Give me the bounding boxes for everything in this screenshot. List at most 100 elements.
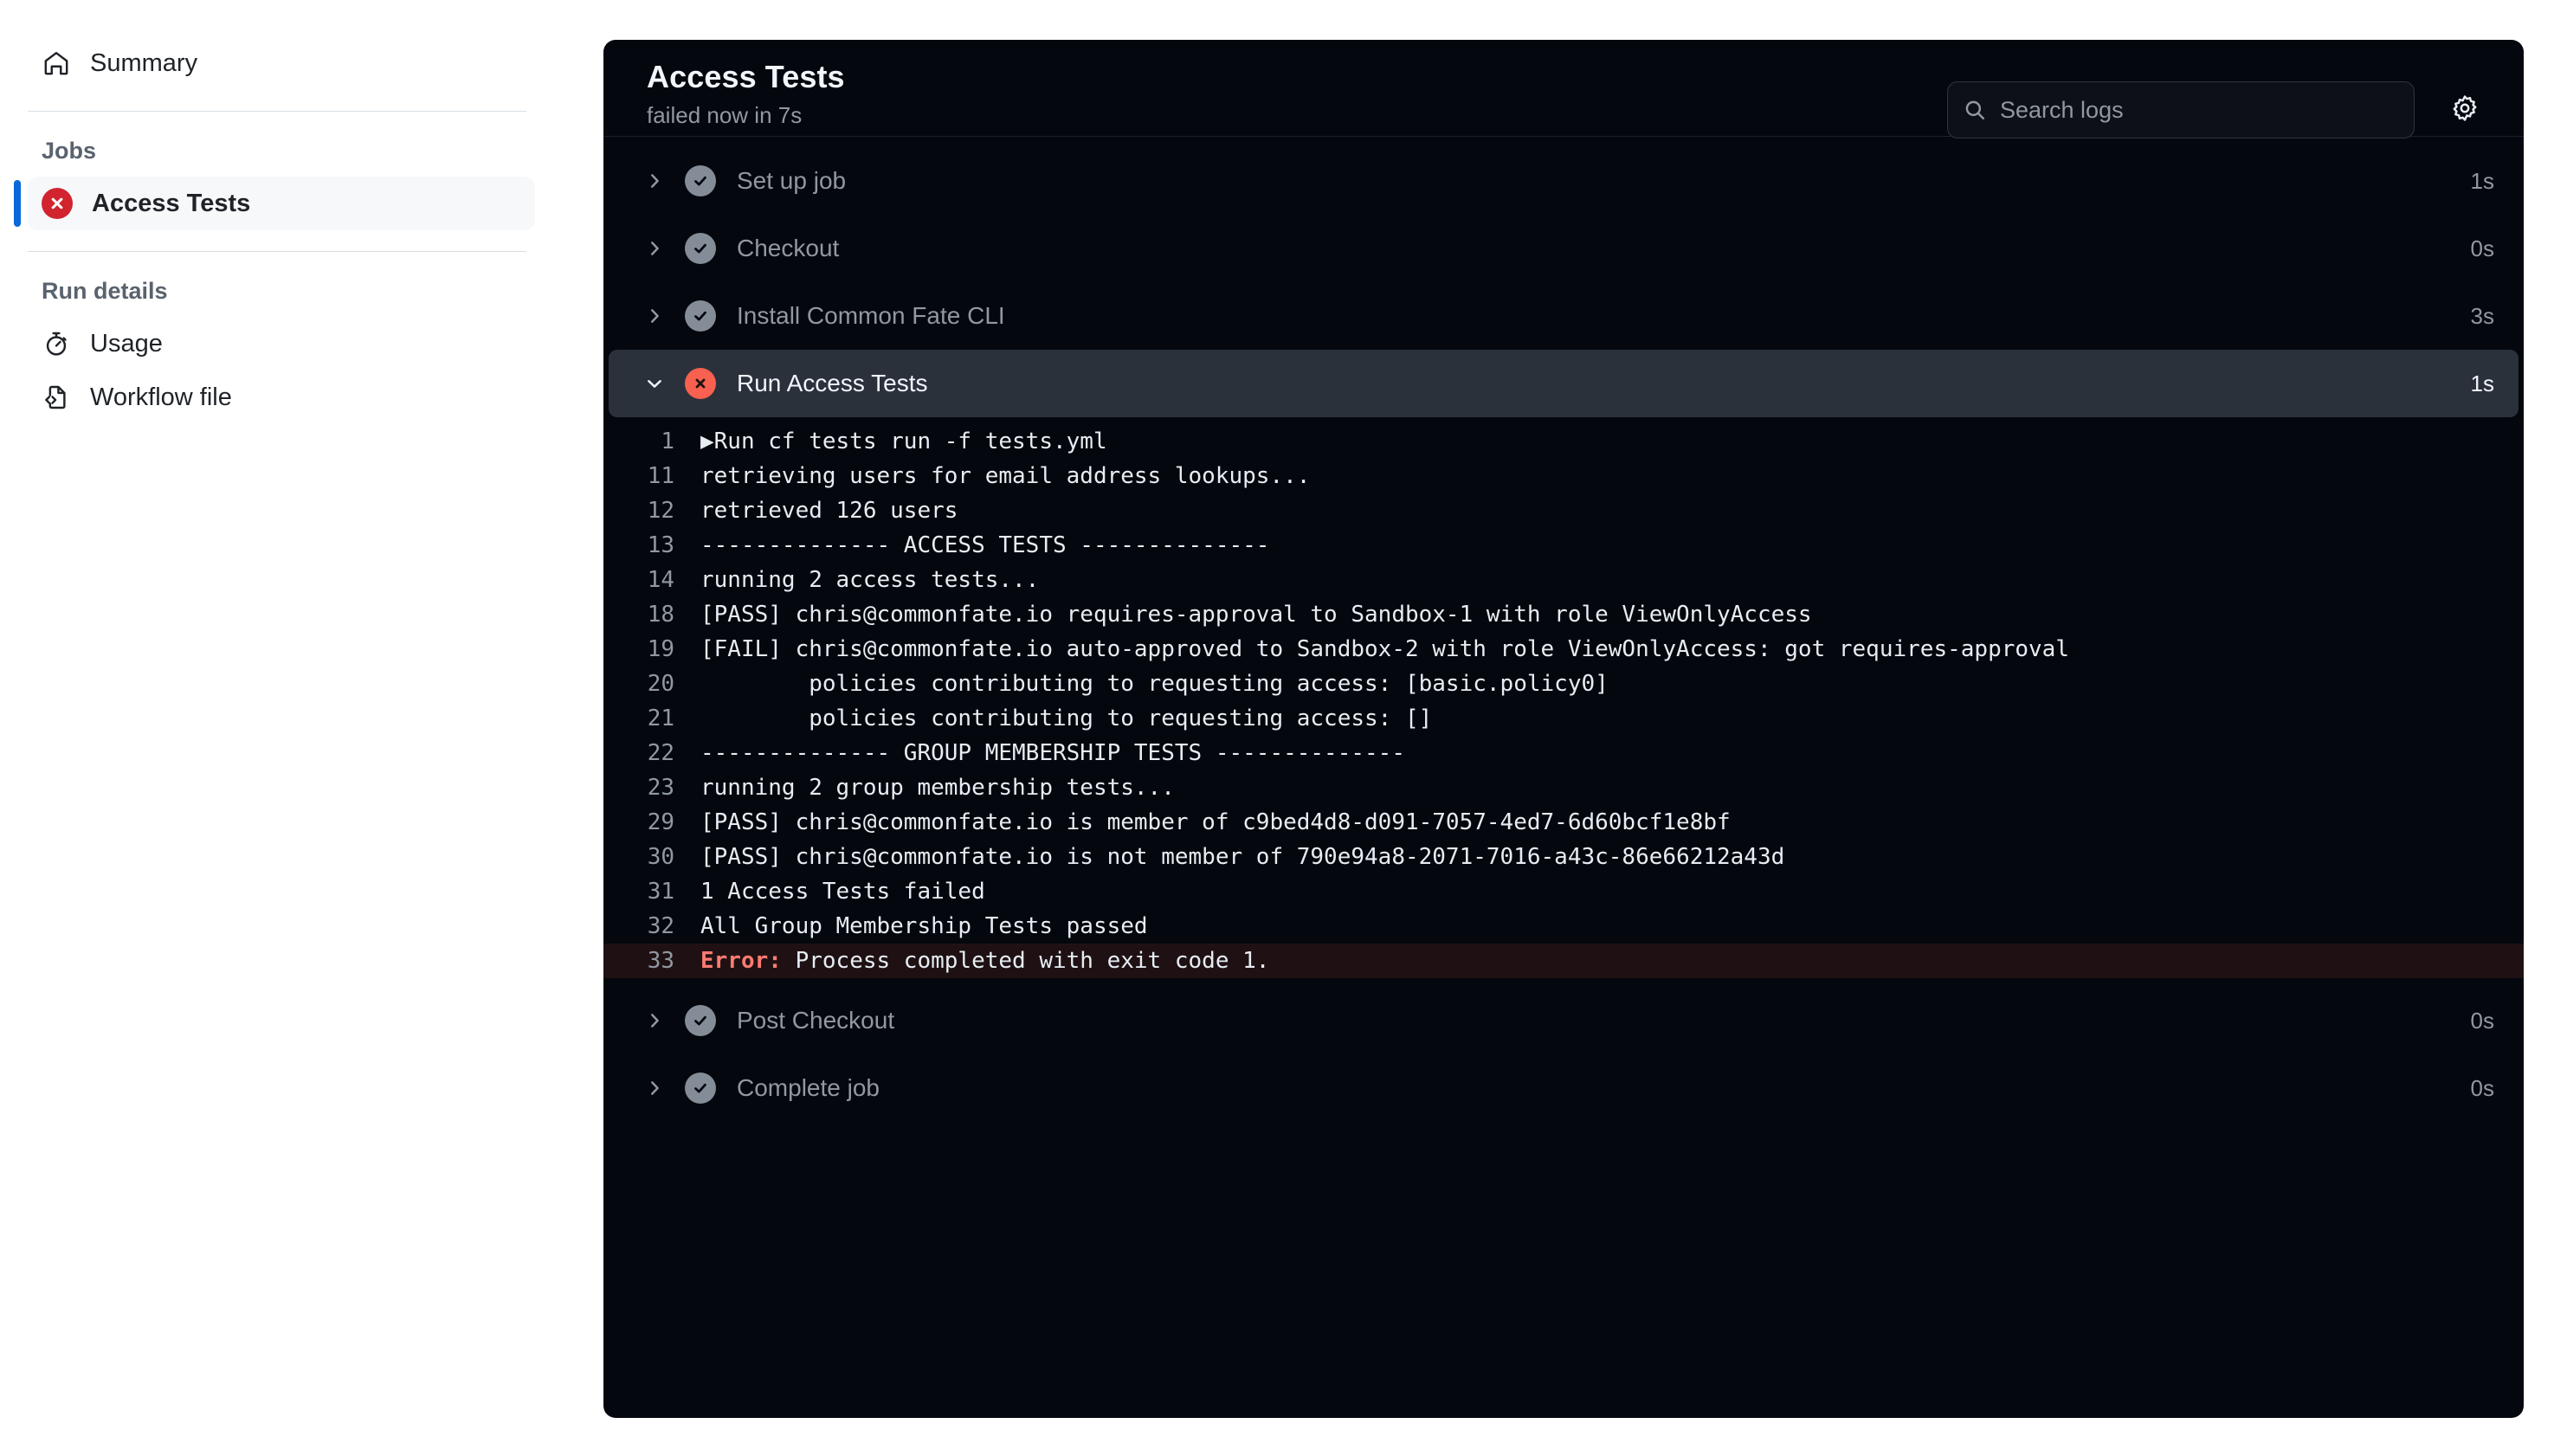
log-line: 12 retrieved 126 users [603,493,2524,528]
log-line-number: 33 [647,948,674,974]
sidebar-item-workflow-file[interactable]: Workflow file [28,370,535,424]
file-code-icon [42,383,71,412]
log-line: 29 [PASS] chris@commonfate.io is member o… [603,805,2524,840]
log-line: 14 running 2 access tests... [603,563,2524,597]
chevron-right-icon[interactable] [640,1006,669,1035]
sidebar-item-usage-label: Usage [90,329,163,358]
log-line-number: 1 [661,428,674,454]
x-circle-icon [42,188,73,219]
log-line-number: 14 [647,567,674,593]
chevron-right-icon[interactable] [640,301,669,331]
log-line-number: 32 [647,913,674,939]
sidebar: Summary Jobs Access Tests Run details Us [0,0,554,1456]
log-line-number: 30 [647,844,674,870]
log-line: 32 All Group Membership Tests passed [603,909,2524,944]
log-line-number: 18 [647,602,674,628]
step-label: Post Checkout [737,1007,895,1034]
step-row[interactable]: Complete job 0s [609,1054,2519,1122]
chevron-right-icon[interactable] [640,234,669,263]
log-line-text: retrieving users for email address looku… [700,463,1311,489]
step-duration: 1s [2470,167,2494,194]
log-line-number: 21 [647,705,674,731]
sidebar-item-access-tests[interactable]: Access Tests [14,177,535,230]
log-line-text: running 2 group membership tests... [700,775,1175,801]
chevron-right-icon[interactable] [640,1073,669,1103]
log-line: 20 policies contributing to requesting a… [603,667,2524,701]
log-line-text: [PASS] chris@commonfate.io requires-appr… [700,602,1812,628]
chevron-down-icon[interactable] [640,369,669,398]
job-log-panel: Access Tests failed now in 7s Search log… [603,40,2524,1418]
log-line: 11 retrieving users for email address loo… [603,459,2524,493]
log-line: 30 [PASS] chris@commonfate.io is not memb… [603,840,2524,874]
log-line-number: 20 [647,671,674,697]
log-line-number: 12 [647,498,674,524]
sidebar-item-summary-label: Summary [90,48,198,77]
log-line-text: running 2 access tests... [700,567,1040,593]
log-line-number: 22 [647,740,674,766]
sidebar-jobs-heading: Jobs [42,138,97,164]
sidebar-run-details-heading: Run details [42,278,168,304]
step-label: Set up job [737,167,847,194]
log-line: 13 -------------- ACCESS TESTS ----------… [603,528,2524,563]
step-duration: 1s [2470,370,2494,396]
check-circle-icon [685,165,716,196]
log-line-text: [PASS] chris@commonfate.io is not member… [700,844,1785,870]
log-line: 31 1 Access Tests failed [603,874,2524,909]
log-line-text: -------------- ACCESS TESTS ------------… [700,532,1270,558]
log-error-message: Process completed with exit code 1. [781,948,1270,974]
log-line[interactable]: 1 ▶Run cf tests run -f tests.yml [603,424,2524,459]
check-circle-icon [685,1073,716,1104]
log-line-text: 1 Access Tests failed [700,879,985,905]
search-logs-box[interactable] [1947,81,2415,139]
log-line: 33 Error: Process completed with exit cod… [603,944,2524,978]
log-line-text: ▶Run cf tests run -f tests.yml [700,428,1107,454]
step-label: Checkout [737,235,840,261]
log-line-text: [FAIL] chris@commonfate.io auto-approved… [700,636,2069,662]
step-duration: 3s [2470,302,2494,329]
log-line-number: 19 [647,636,674,662]
log-line-text: All Group Membership Tests passed [700,913,1148,939]
check-circle-icon [685,1005,716,1036]
step-row[interactable]: Checkout 0s [609,215,2519,282]
log-line-number: 31 [647,879,674,905]
step-label: Install Common Fate CLI [737,302,1005,329]
log-line-number: 23 [647,775,674,801]
search-icon [1964,99,1986,121]
x-circle-icon [685,368,716,399]
log-line-text: [PASS] chris@commonfate.io is member of … [700,809,1731,835]
log-line: 22 -------------- GROUP MEMBERSHIP TESTS … [603,736,2524,770]
log-line-text: retrieved 126 users [700,498,958,524]
step-label: Complete job [737,1074,880,1101]
step-duration: 0s [2470,1074,2494,1101]
step-label: Run Access Tests [737,370,928,396]
step-duration: 0s [2470,235,2494,261]
sidebar-item-access-tests-label: Access Tests [92,189,251,217]
settings-button[interactable] [2444,88,2486,130]
step-duration: 0s [2470,1007,2494,1034]
step-log-output: 1 ▶Run cf tests run -f tests.yml 11 retriev… [603,417,2524,987]
job-header: Access Tests failed now in 7s [603,40,2524,139]
sidebar-item-usage[interactable]: Usage [28,317,535,370]
step-row[interactable]: Install Common Fate CLI 3s [609,282,2519,350]
search-input[interactable] [2000,96,2398,124]
gear-icon [2451,94,2479,125]
log-error-label: Error: [700,948,782,974]
log-line-text: policies contributing to requesting acce… [700,671,1609,697]
log-line-text: -------------- GROUP MEMBERSHIP TESTS --… [700,740,1405,766]
chevron-right-icon[interactable] [640,166,669,196]
home-icon [42,48,71,78]
sidebar-divider-2 [28,251,526,252]
step-row[interactable]: Set up job 1s [609,147,2519,215]
log-line: 23 running 2 group membership tests... [603,770,2524,805]
log-line-text: policies contributing to requesting acce… [700,705,1433,731]
log-line-number: 29 [647,809,674,835]
sidebar-item-workflow-file-label: Workflow file [90,383,232,411]
sidebar-item-summary[interactable]: Summary [28,36,535,90]
log-line: 18 [PASS] chris@commonfate.io requires-ap… [603,597,2524,632]
step-row[interactable]: Run Access Tests 1s [609,350,2519,417]
log-line-number: 13 [647,532,674,558]
step-row[interactable]: Post Checkout 0s [609,987,2519,1054]
sidebar-divider-1 [28,111,526,112]
log-line-number: 11 [647,463,674,489]
selected-indicator [14,180,21,227]
